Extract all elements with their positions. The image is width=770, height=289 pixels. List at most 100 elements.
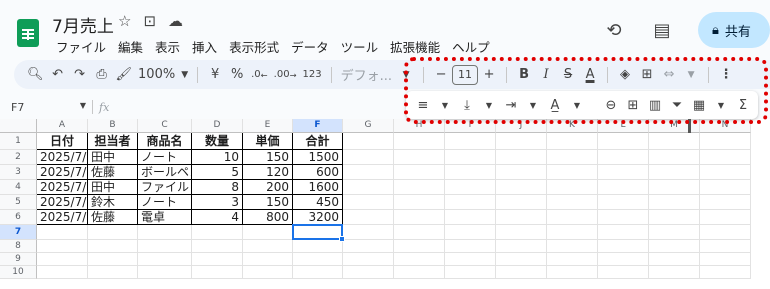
cell-f1[interactable]: 合計 [293, 133, 343, 150]
folder-move-icon[interactable]: ⊡ [143, 12, 156, 30]
cell-i6[interactable] [445, 210, 496, 225]
cell-c9[interactable] [138, 253, 192, 266]
cell-h6[interactable] [394, 210, 445, 225]
cell-k3[interactable] [547, 165, 598, 180]
cell-e6[interactable]: 800 [243, 210, 293, 225]
sheets-logo-icon[interactable] [17, 19, 39, 47]
cell-l1[interactable] [598, 133, 649, 150]
insert-chart-icon[interactable]: ▥ [644, 93, 666, 117]
font-family-select[interactable]: デフォ... [338, 63, 395, 87]
cell-b8[interactable] [88, 240, 138, 253]
cell-f6[interactable]: 3200 [293, 210, 343, 225]
cell-n7[interactable] [700, 225, 751, 240]
cell-e1[interactable]: 単価 [243, 133, 293, 150]
cell-d7[interactable] [192, 225, 243, 240]
cell-h7[interactable] [394, 225, 445, 240]
cell-b1[interactable]: 担当者 [88, 133, 138, 150]
cell-m3[interactable] [649, 165, 700, 180]
cell-h3[interactable] [394, 165, 445, 180]
cell-j5[interactable] [496, 195, 547, 210]
insert-link-icon[interactable]: ⊖ [600, 93, 622, 117]
cell-k6[interactable] [547, 210, 598, 225]
text-wrap-icon[interactable]: ⇥ [500, 93, 522, 117]
filter-icon[interactable]: ⏷ [666, 93, 688, 117]
paint-format-icon[interactable]: 🖌︎ [113, 63, 136, 87]
column-header-h[interactable]: H [394, 119, 445, 133]
cell-e10[interactable] [243, 266, 293, 279]
cell-i3[interactable] [445, 165, 496, 180]
cell-j2[interactable] [496, 150, 547, 165]
column-header-d[interactable]: D [192, 119, 243, 133]
cell-k8[interactable] [547, 240, 598, 253]
row-header-4[interactable]: 4 [0, 180, 37, 195]
cell-j3[interactable] [496, 165, 547, 180]
strikethrough-button[interactable]: S [557, 63, 579, 87]
cell-k7[interactable] [547, 225, 598, 240]
cell-f10[interactable] [293, 266, 343, 279]
cell-i8[interactable] [445, 240, 496, 253]
chevron-down-icon[interactable]: ▼ [566, 93, 588, 117]
cell-e9[interactable] [243, 253, 293, 266]
zoom-select[interactable]: 100% ▼ [135, 63, 191, 87]
cell-j6[interactable] [496, 210, 547, 225]
column-header-i[interactable]: I [445, 119, 496, 133]
cell-i9[interactable] [445, 253, 496, 266]
cell-d4[interactable]: 8 [192, 180, 243, 195]
cell-g9[interactable] [343, 253, 394, 266]
name-box[interactable]: F7 ▼ [0, 101, 92, 114]
cell-k10[interactable] [547, 266, 598, 279]
cell-n3[interactable] [700, 165, 751, 180]
cell-g2[interactable] [343, 150, 394, 165]
row-header-9[interactable]: 9 [0, 253, 37, 266]
cell-k5[interactable] [547, 195, 598, 210]
cell-f2[interactable]: 1500 [293, 150, 343, 165]
cell-d6[interactable]: 4 [192, 210, 243, 225]
bold-button[interactable]: B [513, 63, 535, 87]
cell-f9[interactable] [293, 253, 343, 266]
cell-h5[interactable] [394, 195, 445, 210]
chevron-down-icon[interactable]: ▼ [395, 63, 417, 87]
cell-h1[interactable] [394, 133, 445, 150]
cell-a9[interactable] [37, 253, 88, 266]
fill-color-icon[interactable]: ◈ [614, 63, 636, 87]
cell-h10[interactable] [394, 266, 445, 279]
vertical-align-icon[interactable]: ⤓ [456, 93, 478, 117]
column-header-g[interactable]: G [343, 119, 394, 133]
menu-view[interactable]: 表示 [149, 37, 186, 56]
chevron-down-icon[interactable]: ▼ [434, 93, 456, 117]
cell-n4[interactable] [700, 180, 751, 195]
cell-g6[interactable] [343, 210, 394, 225]
row-header-7[interactable]: 7 [0, 225, 37, 240]
column-header-k[interactable]: K [547, 119, 598, 133]
cell-e7[interactable] [243, 225, 293, 240]
cell-e8[interactable] [243, 240, 293, 253]
cell-b4[interactable]: 田中 [88, 180, 138, 195]
select-all-corner[interactable] [0, 119, 37, 133]
cell-c10[interactable] [138, 266, 192, 279]
cell-d1[interactable]: 数量 [192, 133, 243, 150]
decrease-decimal-button[interactable]: .0 ← [248, 63, 271, 87]
column-resize-handle[interactable] [688, 119, 691, 133]
cell-m4[interactable] [649, 180, 700, 195]
increase-decimal-button[interactable]: .00 → [271, 63, 300, 87]
cell-a2[interactable]: 2025/7/1 [37, 150, 88, 165]
cell-j9[interactable] [496, 253, 547, 266]
cell-b7[interactable] [88, 225, 138, 240]
cell-b2[interactable]: 田中 [88, 150, 138, 165]
cell-d2[interactable]: 10 [192, 150, 243, 165]
cell-n2[interactable] [700, 150, 751, 165]
menu-edit[interactable]: 編集 [112, 37, 149, 56]
cell-m2[interactable] [649, 150, 700, 165]
cell-l9[interactable] [598, 253, 649, 266]
cell-l7[interactable] [598, 225, 649, 240]
cell-b3[interactable]: 佐藤 [88, 165, 138, 180]
cell-h4[interactable] [394, 180, 445, 195]
cell-d9[interactable] [192, 253, 243, 266]
cell-c6[interactable]: 電卓 [138, 210, 192, 225]
fill-handle[interactable] [339, 236, 345, 242]
cell-c3[interactable]: ボールペン [138, 165, 192, 180]
column-header-l[interactable]: L [598, 119, 649, 133]
undo-icon[interactable]: ↶ [47, 63, 69, 87]
chevron-down-icon[interactable]: ▼ [680, 63, 702, 87]
cell-c1[interactable]: 商品名 [138, 133, 192, 150]
